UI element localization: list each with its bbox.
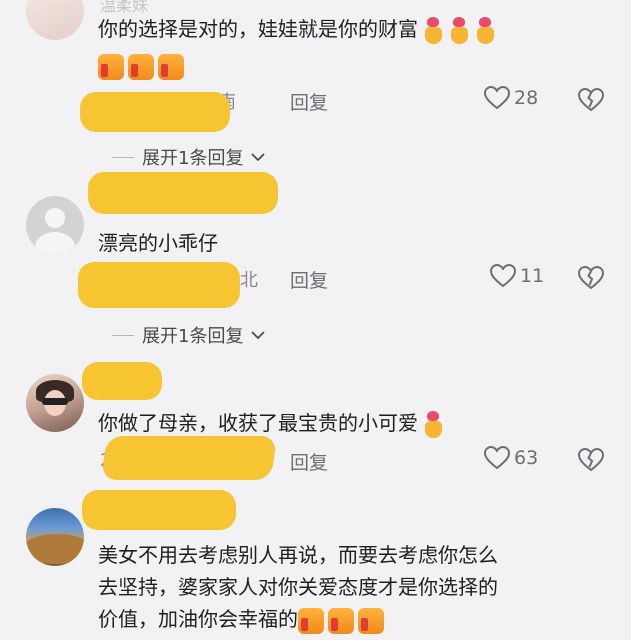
like-button[interactable]: 28: [484, 86, 538, 110]
censor-mark: [80, 92, 230, 132]
heart-outline-icon: [484, 446, 510, 470]
reply-button[interactable]: 回复: [290, 448, 328, 475]
broken-heart-icon[interactable]: [578, 88, 604, 112]
heart-finger-emoji: [422, 16, 444, 45]
censor-mark: [88, 172, 278, 214]
chevron-down-icon: [251, 331, 266, 340]
censor-mark: [82, 490, 236, 530]
emoji-row: [98, 50, 188, 80]
heart-finger-emoji: [474, 16, 496, 45]
avatar[interactable]: [26, 196, 84, 254]
censor-mark: [78, 262, 240, 308]
thumbs-up-emoji: [158, 53, 184, 80]
comment-meta: 北: [240, 270, 258, 291]
censor-mark: [100, 436, 278, 480]
comment-text-line: 去坚持，婆家家人对你关爱态度才是你选择的: [98, 575, 498, 599]
heart-outline-icon: [484, 86, 510, 110]
expand-replies[interactable]: 展开1条回复: [112, 144, 266, 170]
comment-text: 你的选择是对的，娃娃就是你的财富: [98, 14, 496, 45]
like-button[interactable]: 11: [490, 264, 544, 288]
avatar[interactable]: [26, 0, 84, 40]
like-count: 63: [514, 447, 539, 469]
thumbs-up-emoji: [298, 607, 324, 634]
comment-text-line: 价值，加油你会幸福的: [98, 604, 388, 634]
avatar[interactable]: [26, 374, 84, 432]
broken-heart-icon[interactable]: [578, 266, 604, 290]
thumbs-up-emoji: [358, 607, 384, 634]
expand-replies[interactable]: 展开1条回复: [112, 322, 266, 348]
comment-text: 你做了母亲，收获了最宝贵的小可爱: [98, 408, 444, 439]
divider: [112, 156, 134, 158]
heart-finger-emoji: [422, 410, 444, 439]
chevron-down-icon: [251, 153, 266, 162]
thumbs-up-emoji: [328, 607, 354, 634]
thumbs-up-emoji: [98, 53, 124, 80]
comment-text-line: 美女不用去考虑别人再说，而要去考虑你怎么: [98, 543, 498, 567]
heart-outline-icon: [490, 264, 516, 288]
reply-button[interactable]: 回复: [290, 88, 328, 115]
comment-text: 漂亮的小乖仔: [98, 231, 218, 255]
like-button[interactable]: 63: [484, 446, 538, 470]
like-count: 11: [520, 265, 545, 287]
reply-button[interactable]: 回复: [290, 266, 328, 293]
heart-finger-emoji: [448, 16, 470, 45]
broken-heart-icon[interactable]: [578, 448, 604, 472]
divider: [112, 334, 134, 336]
avatar[interactable]: [26, 508, 84, 566]
like-count: 28: [514, 87, 539, 109]
thumbs-up-emoji: [128, 53, 154, 80]
censor-mark: [82, 362, 162, 400]
